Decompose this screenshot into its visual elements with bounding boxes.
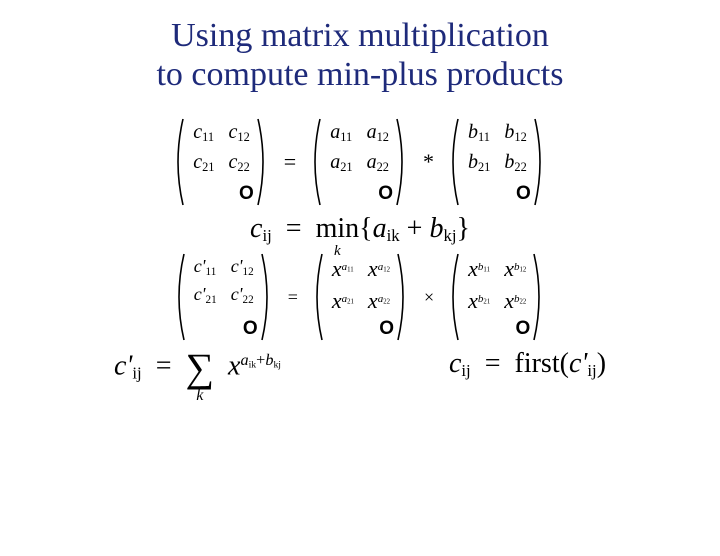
- cell: xb21: [468, 288, 490, 314]
- cell: b22: [504, 151, 526, 175]
- cell: xa22: [368, 288, 390, 314]
- matrix-C: c11 c12 c21 c22 O: [171, 117, 272, 207]
- cell: xa11: [332, 256, 354, 282]
- cell: c'12: [231, 256, 254, 278]
- first-formula: cij = first(c'ij): [449, 348, 606, 388]
- ellipsis-corner: O: [516, 183, 531, 205]
- cell: a12: [367, 121, 389, 145]
- cell: a11: [330, 121, 352, 145]
- cell: c12: [229, 121, 250, 145]
- ellipsis-corner: O: [516, 318, 531, 340]
- cell: b21: [468, 151, 490, 175]
- matrix-B: b11 b12 b21 b22 O: [446, 117, 549, 207]
- cprime-sum-formula: c'ij = ∑k xaik+bkj: [114, 348, 281, 388]
- equals-op: =: [284, 149, 296, 175]
- ellipsis-corner: O: [379, 318, 394, 340]
- ellipsis-corner: O: [378, 183, 393, 205]
- cell: c'11: [194, 256, 217, 278]
- slide-title: Using matrix multiplication to compute m…: [0, 16, 720, 94]
- matrix-x-B: xb11 xb12 xb21 xb22 O: [446, 252, 548, 342]
- matrix-A: a11 a12 a21 a22 O: [308, 117, 411, 207]
- cell: c11: [193, 121, 214, 145]
- polynomial-matrix-equation: c'11 c'12 c'21 c'22 O = xa11 xa12 xa21 x…: [0, 252, 720, 342]
- sigma-icon: ∑k: [186, 348, 215, 388]
- title-line-1: Using matrix multiplication: [171, 17, 549, 54]
- cell: xb12: [504, 256, 526, 282]
- bottom-formulas: c'ij = ∑k xaik+bkj cij = first(c'ij): [0, 348, 720, 388]
- cell: xa12: [368, 256, 390, 282]
- cell: xa21: [332, 288, 354, 314]
- cell: b11: [468, 121, 490, 145]
- cell: xb11: [468, 256, 490, 282]
- matrix-C-prime: c'11 c'12 c'21 c'22 O: [172, 252, 276, 342]
- min-plus-matrix-equation: c11 c12 c21 c22 O = a11 a12 a21 a22 O *: [0, 117, 720, 207]
- matrix-x-A: xa11 xa12 xa21 xa22 O: [310, 252, 412, 342]
- title-line-2: to compute min-plus products: [156, 56, 563, 93]
- cell: c'21: [194, 284, 217, 306]
- equals-op: =: [288, 287, 298, 308]
- cell: a21: [330, 151, 352, 175]
- min-plus-product-op: *: [423, 149, 434, 175]
- cell: c21: [193, 151, 214, 175]
- ellipsis-corner: O: [239, 183, 254, 205]
- cell: c'22: [231, 284, 254, 306]
- cell: c22: [229, 151, 250, 175]
- cell: a22: [367, 151, 389, 175]
- times-op: ×: [424, 287, 434, 308]
- ellipsis-corner: O: [243, 318, 258, 340]
- slide-content: c11 c12 c21 c22 O = a11 a12 a21 a22 O *: [0, 117, 720, 388]
- cell: xb22: [504, 288, 526, 314]
- min-plus-definition: cij = mink{aik + bkj}: [0, 213, 720, 246]
- cell: b12: [504, 121, 526, 145]
